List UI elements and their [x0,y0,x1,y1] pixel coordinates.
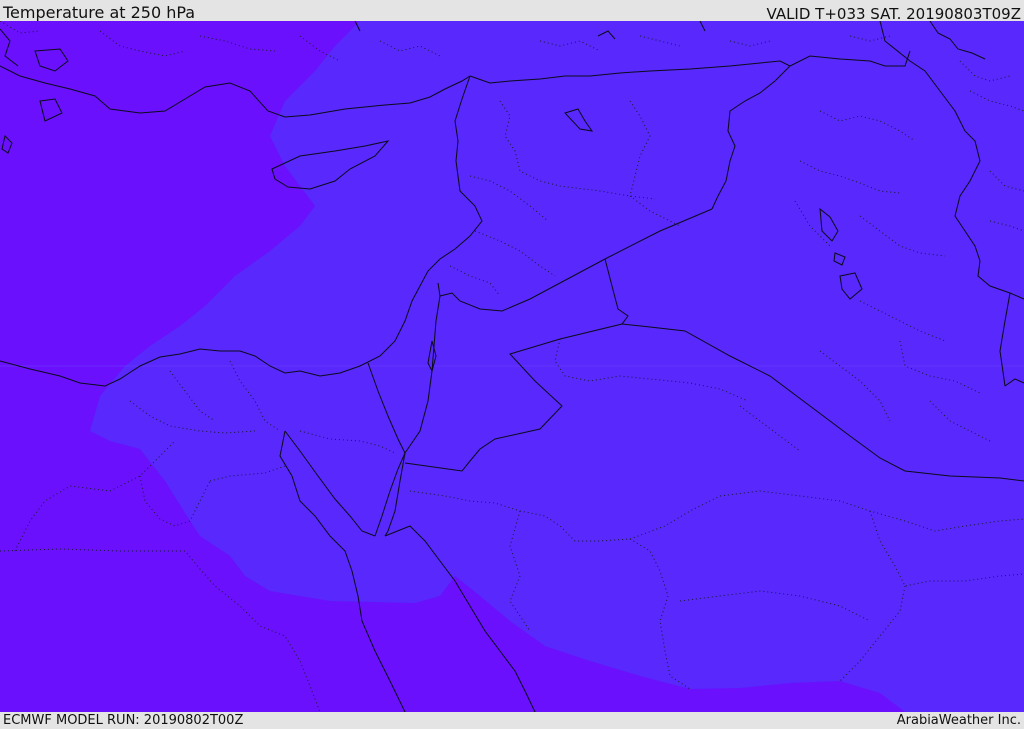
model-run-label: ECMWF MODEL RUN: 20190802T00Z [3,713,244,728]
map-panel [0,21,1024,712]
footer-bar: ECMWF MODEL RUN: 20190802T00Z ArabiaWeat… [0,712,1024,729]
temperature-map [0,21,1024,712]
credit-label: ArabiaWeather Inc. [896,713,1021,728]
map-title: Temperature at 250 hPa [3,3,196,22]
header-bar: Temperature at 250 hPa VALID T+033 SAT. … [0,0,1024,23]
